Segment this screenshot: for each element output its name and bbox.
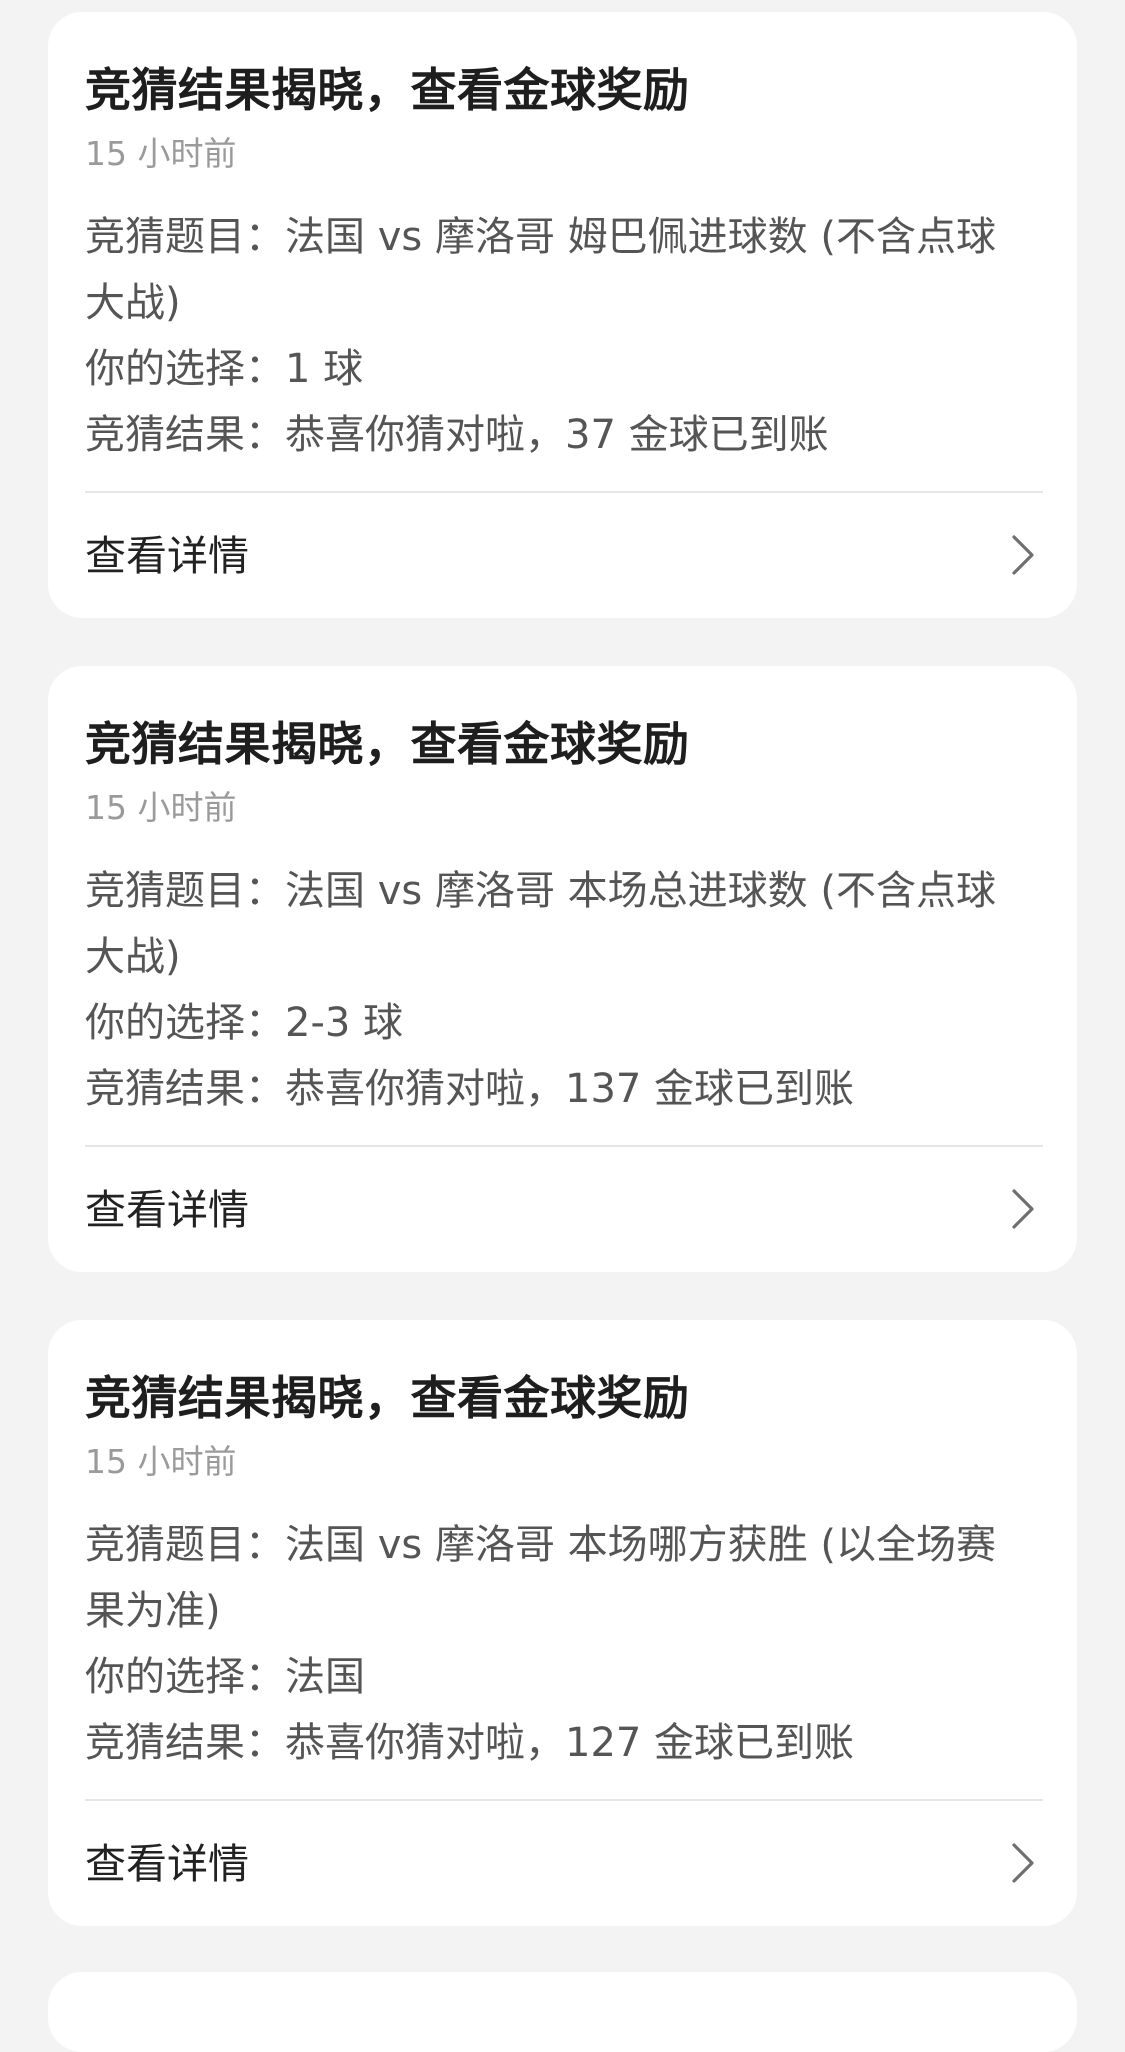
guess-question-continued: 大战) [85, 934, 181, 980]
guess-result-card: 竞猜结果揭晓，查看金球奖励 15 小时前 竞猜题目：法国 vs 摩洛哥 本场哪方… [48, 1320, 1077, 1926]
card-body: 竞猜题目：法国 vs 摩洛哥 本场总进球数 (不含点球 大战) 你的选择：2-3… [85, 858, 1045, 1122]
guess-result-card: 竞猜结果揭晓，查看金球奖励 15 小时前 竞猜题目：法国 vs 摩洛哥 本场总进… [48, 666, 1077, 1272]
view-details-button[interactable]: 查看详情 [48, 493, 1077, 618]
card-timestamp: 15 小时前 [85, 1442, 237, 1481]
view-details-label: 查看详情 [85, 1840, 249, 1888]
card-timestamp: 15 小时前 [85, 788, 237, 827]
guess-result: 竞猜结果：恭喜你猜对啦，137 金球已到账 [85, 1066, 855, 1112]
guess-result-card: 竞猜结果揭晓，查看金球奖励 15 小时前 竞猜题目：法国 vs 摩洛哥 姆巴佩进… [48, 12, 1077, 618]
guess-question-continued: 果为准) [85, 1588, 221, 1634]
card-timestamp: 15 小时前 [85, 134, 237, 173]
view-details-button[interactable]: 查看详情 [48, 1147, 1077, 1272]
guess-question-continued: 大战) [85, 280, 181, 326]
chevron-right-icon [1012, 1189, 1034, 1229]
chevron-right-icon [1012, 1843, 1034, 1883]
view-details-button[interactable]: 查看详情 [48, 1801, 1077, 1926]
guess-result: 竞猜结果：恭喜你猜对啦，37 金球已到账 [85, 412, 829, 458]
view-details-label: 查看详情 [85, 1186, 249, 1234]
chevron-right-icon [1012, 535, 1034, 575]
next-card-peek [48, 1972, 1077, 2052]
card-body: 竞猜题目：法国 vs 摩洛哥 本场哪方获胜 (以全场赛 果为准) 你的选择：法国… [85, 1512, 1045, 1776]
view-details-label: 查看详情 [85, 532, 249, 580]
guess-question: 竞猜题目：法国 vs 摩洛哥 本场总进球数 (不含点球 [85, 868, 996, 914]
guess-choice: 你的选择：法国 [85, 1654, 365, 1700]
guess-result: 竞猜结果：恭喜你猜对啦，127 金球已到账 [85, 1720, 855, 1766]
card-title: 竞猜结果揭晓，查看金球奖励 [85, 717, 690, 771]
card-body: 竞猜题目：法国 vs 摩洛哥 姆巴佩进球数 (不含点球 大战) 你的选择：1 球… [85, 204, 1045, 468]
guess-choice: 你的选择：1 球 [85, 346, 364, 392]
guess-question: 竞猜题目：法国 vs 摩洛哥 姆巴佩进球数 (不含点球 [85, 214, 996, 260]
guess-question: 竞猜题目：法国 vs 摩洛哥 本场哪方获胜 (以全场赛 [85, 1522, 996, 1568]
guess-choice: 你的选择：2-3 球 [85, 1000, 404, 1046]
card-title: 竞猜结果揭晓，查看金球奖励 [85, 63, 690, 117]
card-title: 竞猜结果揭晓，查看金球奖励 [85, 1371, 690, 1425]
